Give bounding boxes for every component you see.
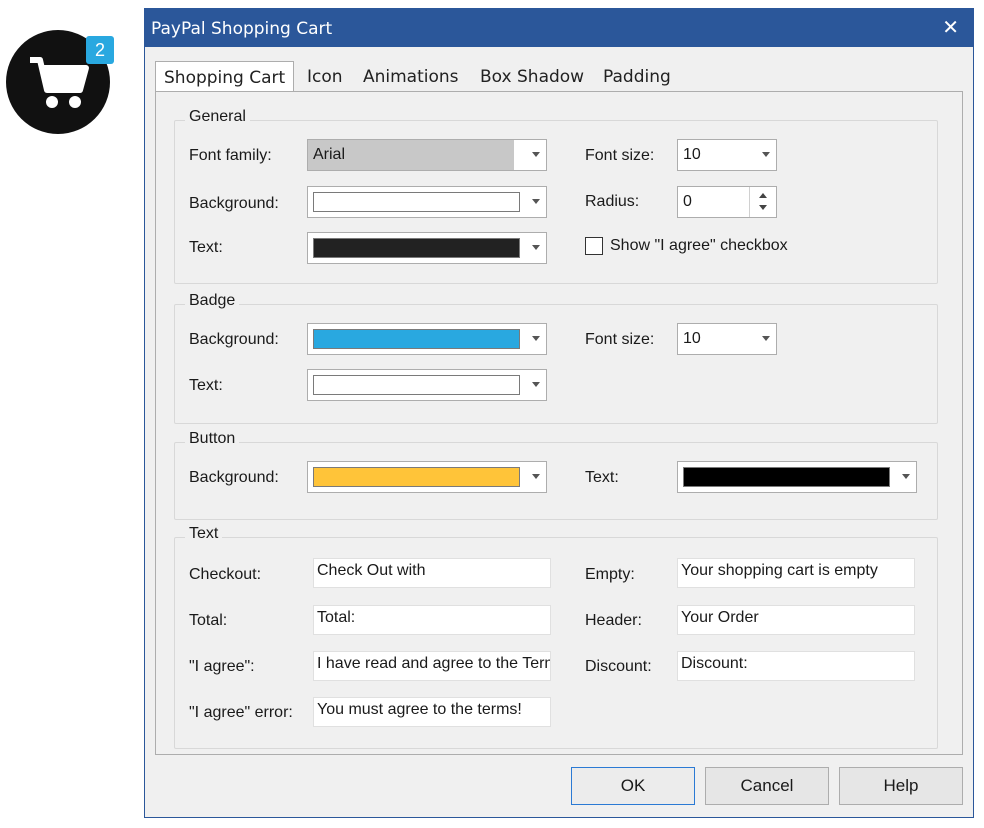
radius-label: Radius: bbox=[585, 193, 640, 210]
badge-background-swatch bbox=[313, 329, 520, 349]
agree-error-label: "I agree" error: bbox=[189, 704, 293, 721]
tab-icon[interactable]: Icon bbox=[307, 67, 343, 93]
chevron-down-icon bbox=[902, 474, 910, 479]
button-background-swatch bbox=[313, 467, 520, 487]
show-agree-checkbox-label: Show "I agree" checkbox bbox=[610, 237, 788, 254]
radius-spinner[interactable]: 0 bbox=[677, 186, 777, 218]
agree-label: "I agree": bbox=[189, 658, 255, 675]
chevron-down-icon bbox=[532, 199, 540, 204]
group-title-button: Button bbox=[185, 430, 240, 448]
badge-text-color-select[interactable] bbox=[307, 369, 547, 401]
chevron-down-icon bbox=[532, 152, 540, 157]
show-agree-checkbox[interactable] bbox=[585, 237, 603, 255]
tab-panel-shopping-cart: General Font family: Arial Font size: 10… bbox=[155, 91, 963, 755]
font-size-value: 10 bbox=[683, 146, 701, 163]
tab-animations[interactable]: Animations bbox=[363, 67, 459, 93]
decrement-icon[interactable] bbox=[759, 205, 767, 210]
radius-value: 0 bbox=[683, 193, 692, 210]
help-button[interactable]: Help bbox=[839, 767, 963, 805]
font-family-label: Font family: bbox=[189, 147, 272, 164]
badge-text-swatch bbox=[313, 375, 520, 395]
font-family-value: Arial bbox=[313, 146, 346, 163]
cart-badge: 2 bbox=[86, 36, 114, 64]
cart-preview: 2 bbox=[6, 30, 114, 138]
settings-dialog: PayPal Shopping Cart ✕ Shopping Cart Ico… bbox=[144, 8, 974, 818]
font-size-label: Font size: bbox=[585, 147, 655, 164]
chevron-down-icon bbox=[762, 336, 770, 341]
header-label: Header: bbox=[585, 612, 642, 629]
button-text-label: Text: bbox=[585, 469, 619, 486]
background-color-swatch bbox=[313, 192, 520, 212]
tab-box-shadow[interactable]: Box Shadow bbox=[480, 67, 584, 93]
tab-padding[interactable]: Padding bbox=[603, 67, 671, 93]
checkout-label: Checkout: bbox=[189, 566, 262, 583]
ok-button[interactable]: OK bbox=[571, 767, 695, 805]
badge-text-label: Text: bbox=[189, 377, 223, 394]
agree-input[interactable]: I have read and agree to the Terms bbox=[313, 651, 551, 681]
text-color-select[interactable] bbox=[307, 232, 547, 264]
group-text: Text Checkout: Check Out with Empty: You… bbox=[174, 525, 938, 749]
button-background-label: Background: bbox=[189, 469, 279, 486]
close-icon[interactable]: ✕ bbox=[942, 15, 959, 40]
text-color-label: Text: bbox=[189, 239, 223, 256]
chevron-down-icon bbox=[762, 152, 770, 157]
button-text-color-select[interactable] bbox=[677, 461, 917, 493]
title-bar: PayPal Shopping Cart ✕ bbox=[145, 9, 973, 47]
badge-font-size-select[interactable]: 10 bbox=[677, 323, 777, 355]
chevron-down-icon bbox=[532, 336, 540, 341]
checkout-input[interactable]: Check Out with bbox=[313, 558, 551, 588]
badge-font-size-label: Font size: bbox=[585, 331, 655, 348]
text-color-swatch bbox=[313, 238, 520, 258]
group-button: Button Background: Text: bbox=[174, 430, 938, 520]
total-input[interactable]: Total: bbox=[313, 605, 551, 635]
chevron-down-icon bbox=[532, 245, 540, 250]
window-title: PayPal Shopping Cart bbox=[151, 19, 333, 39]
font-family-select[interactable]: Arial bbox=[307, 139, 547, 171]
discount-label: Discount: bbox=[585, 658, 652, 675]
badge-font-size-value: 10 bbox=[683, 330, 701, 347]
increment-icon[interactable] bbox=[759, 193, 767, 198]
discount-input[interactable]: Discount: bbox=[677, 651, 915, 681]
button-text-swatch bbox=[683, 467, 890, 487]
background-color-select[interactable] bbox=[307, 186, 547, 218]
shopping-cart-icon bbox=[30, 57, 89, 108]
group-general: General Font family: Arial Font size: 10… bbox=[174, 108, 938, 284]
group-title-badge: Badge bbox=[185, 292, 240, 310]
badge-background-color-select[interactable] bbox=[307, 323, 547, 355]
chevron-down-icon bbox=[532, 474, 540, 479]
badge-background-label: Background: bbox=[189, 331, 279, 348]
group-title-general: General bbox=[185, 108, 250, 126]
empty-label: Empty: bbox=[585, 566, 635, 583]
group-badge: Badge Background: Font size: 10 Text: bbox=[174, 292, 938, 424]
agree-error-input[interactable]: You must agree to the terms! bbox=[313, 697, 551, 727]
cancel-button[interactable]: Cancel bbox=[705, 767, 829, 805]
background-label: Background: bbox=[189, 195, 279, 212]
font-size-select[interactable]: 10 bbox=[677, 139, 777, 171]
button-background-color-select[interactable] bbox=[307, 461, 547, 493]
header-input[interactable]: Your Order bbox=[677, 605, 915, 635]
group-title-text: Text bbox=[185, 525, 223, 543]
radius-spinner-buttons bbox=[749, 187, 776, 217]
chevron-down-icon bbox=[532, 382, 540, 387]
total-label: Total: bbox=[189, 612, 228, 629]
empty-input[interactable]: Your shopping cart is empty bbox=[677, 558, 915, 588]
tab-shopping-cart[interactable]: Shopping Cart bbox=[155, 61, 295, 93]
